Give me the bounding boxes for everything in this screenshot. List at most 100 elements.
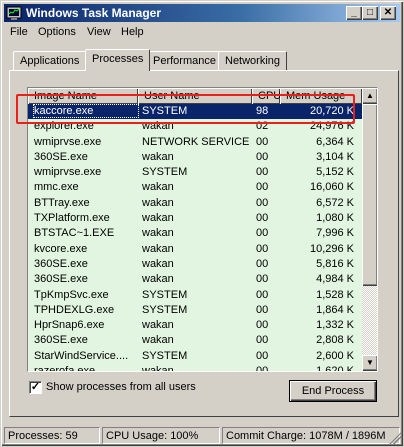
column-user-name[interactable]: User Name (138, 88, 252, 104)
tab-applications[interactable]: Applications (13, 51, 87, 70)
scroll-thumb[interactable] (362, 104, 377, 286)
cell-user-name: wakan (142, 365, 174, 372)
cell-mem-usage: 5,152 K (316, 166, 354, 179)
cell-user-name: wakan (142, 273, 174, 286)
cell-user-name: wakan (142, 150, 174, 163)
table-row[interactable]: 360SE.exe wakan 00 2,808 K (28, 333, 362, 349)
table-row[interactable]: 360SE.exe wakan 00 3,104 K (28, 149, 362, 166)
cell-user-name: SYSTEM (142, 166, 188, 179)
cell-mem-usage: 10,296 K (309, 242, 354, 255)
process-list[interactable]: Image Name User Name CPU Mem Usage kacco… (27, 87, 378, 372)
show-all-users-label[interactable]: Show processes from all users (46, 381, 196, 393)
tab-strip: Applications Processes Performance Netwo… (9, 49, 399, 71)
show-all-users-checkbox[interactable]: ✓ (29, 381, 42, 394)
cell-user-name: SYSTEM (142, 303, 188, 316)
table-row[interactable]: wmiprvse.exe SYSTEM 00 5,152 K (28, 165, 362, 181)
status-cpu-usage: CPU Usage: 100% (102, 427, 220, 444)
table-row[interactable]: wmiprvse.exe NETWORK SERVICE 00 6,364 K (28, 134, 362, 150)
cell-image-name: kaccore.exe (33, 104, 139, 118)
task-manager-icon (6, 6, 22, 20)
cell-image-name: wmiprvse.exe (34, 166, 102, 179)
cell-cpu: 00 (256, 150, 269, 163)
cell-cpu: 00 (256, 349, 269, 362)
table-row[interactable]: 360SE.exe wakan 00 4,984 K (28, 272, 362, 288)
resize-grip-icon[interactable] (389, 432, 401, 444)
menu-help[interactable]: Help (121, 26, 144, 38)
maximize-button[interactable]: □ (362, 6, 378, 20)
cell-cpu: 00 (256, 303, 269, 316)
table-row[interactable]: mmc.exe wakan 00 16,060 K (28, 180, 362, 196)
cell-cpu: 00 (256, 319, 269, 332)
cell-mem-usage: 6,572 K (316, 196, 354, 209)
vertical-scrollbar[interactable]: ▲ ▼ (362, 88, 377, 371)
cell-image-name: 360SE.exe (34, 257, 88, 270)
menu-file[interactable]: File (10, 26, 28, 38)
cell-image-name: mmc.exe (34, 181, 79, 194)
table-row[interactable]: razerofa.exe wakan 00 1,620 K (28, 364, 362, 372)
cell-mem-usage: 20,720 K (309, 105, 354, 117)
title-bar[interactable]: Windows Task Manager _ □ ✕ (4, 4, 400, 22)
cell-user-name: SYSTEM (142, 105, 188, 117)
cell-mem-usage: 1,620 K (316, 365, 354, 372)
task-manager-window: Windows Task Manager _ □ ✕ File Options … (0, 0, 404, 447)
cell-user-name: wakan (142, 120, 174, 133)
process-list-header: Image Name User Name CPU Mem Usage (28, 88, 362, 104)
minimize-button[interactable]: _ (346, 6, 362, 20)
cell-mem-usage: 3,104 K (316, 150, 354, 163)
tab-performance[interactable]: Performance (146, 51, 223, 70)
cell-user-name: SYSTEM (142, 288, 188, 301)
table-row[interactable]: kaccore.exe SYSTEM 98 20,720 K (28, 104, 362, 120)
cell-mem-usage: 6,364 K (316, 135, 354, 148)
close-button[interactable]: ✕ (380, 6, 396, 20)
menu-view[interactable]: View (87, 26, 111, 38)
cell-mem-usage: 7,996 K (316, 227, 354, 240)
cell-cpu: 00 (256, 365, 269, 372)
tab-networking[interactable]: Networking (218, 51, 288, 70)
cell-user-name: SYSTEM (142, 349, 188, 362)
status-commit-charge: Commit Charge: 1078M / 1896M (222, 427, 400, 444)
cell-image-name: 360SE.exe (34, 334, 88, 347)
cell-cpu: 00 (256, 334, 269, 347)
column-image-name[interactable]: Image Name (28, 88, 138, 104)
scroll-up-arrow-icon[interactable]: ▲ (362, 88, 377, 104)
table-row[interactable]: 360SE.exe wakan 00 5,816 K (28, 256, 362, 273)
table-row[interactable]: HprSnap6.exe wakan 00 1,332 K (28, 318, 362, 334)
table-row[interactable]: TPHDEXLG.exe SYSTEM 00 1,864 K (28, 302, 362, 319)
table-row[interactable]: TXPlatform.exe wakan 00 1,080 K (28, 211, 362, 227)
cell-mem-usage: 4,984 K (316, 273, 354, 286)
end-process-button[interactable]: End Process (289, 380, 377, 402)
cell-user-name: wakan (142, 212, 174, 225)
cell-cpu: 00 (256, 212, 269, 225)
cell-image-name: TpKmpSvc.exe (34, 288, 109, 301)
cell-image-name: BTTray.exe (34, 196, 90, 209)
tab-processes[interactable]: Processes (85, 49, 151, 71)
cell-user-name: NETWORK SERVICE (142, 135, 250, 148)
cell-image-name: HprSnap6.exe (34, 319, 105, 332)
column-cpu[interactable]: CPU (252, 88, 281, 104)
cell-cpu: 00 (256, 242, 269, 255)
cell-image-name: 360SE.exe (34, 273, 88, 286)
table-row[interactable]: TpKmpSvc.exe SYSTEM 00 1,528 K (28, 287, 362, 303)
process-rows: kaccore.exe SYSTEM 98 20,720 Kexplorer.exe w… (28, 104, 362, 372)
table-row[interactable]: kvcore.exe wakan 00 10,296 K (28, 241, 362, 257)
cell-cpu: 02 (256, 120, 269, 133)
table-row[interactable]: StarWindService.... SYSTEM 00 2,600 K (28, 348, 362, 365)
cell-mem-usage: 2,600 K (316, 349, 354, 362)
menu-bar: File Options View Help (4, 23, 400, 41)
cell-cpu: 00 (256, 257, 269, 270)
table-row[interactable]: BTTray.exe wakan 00 6,572 K (28, 195, 362, 212)
cell-image-name: explorer.exe (34, 120, 94, 133)
cell-mem-usage: 1,332 K (316, 319, 354, 332)
table-row[interactable]: explorer.exe wakan 02 24,976 K (28, 119, 362, 135)
cell-cpu: 00 (256, 273, 269, 286)
menu-options[interactable]: Options (38, 26, 76, 38)
table-row[interactable]: BTSTAC~1.EXE wakan 00 7,996 K (28, 226, 362, 242)
cell-user-name: wakan (142, 319, 174, 332)
scroll-down-arrow-icon[interactable]: ▼ (362, 355, 377, 371)
cell-image-name: TXPlatform.exe (34, 212, 110, 225)
cell-user-name: wakan (142, 196, 174, 209)
cell-mem-usage: 2,808 K (316, 334, 354, 347)
cell-mem-usage: 1,864 K (316, 303, 354, 316)
column-mem-usage[interactable]: Mem Usage (280, 88, 362, 104)
cell-cpu: 00 (256, 135, 269, 148)
